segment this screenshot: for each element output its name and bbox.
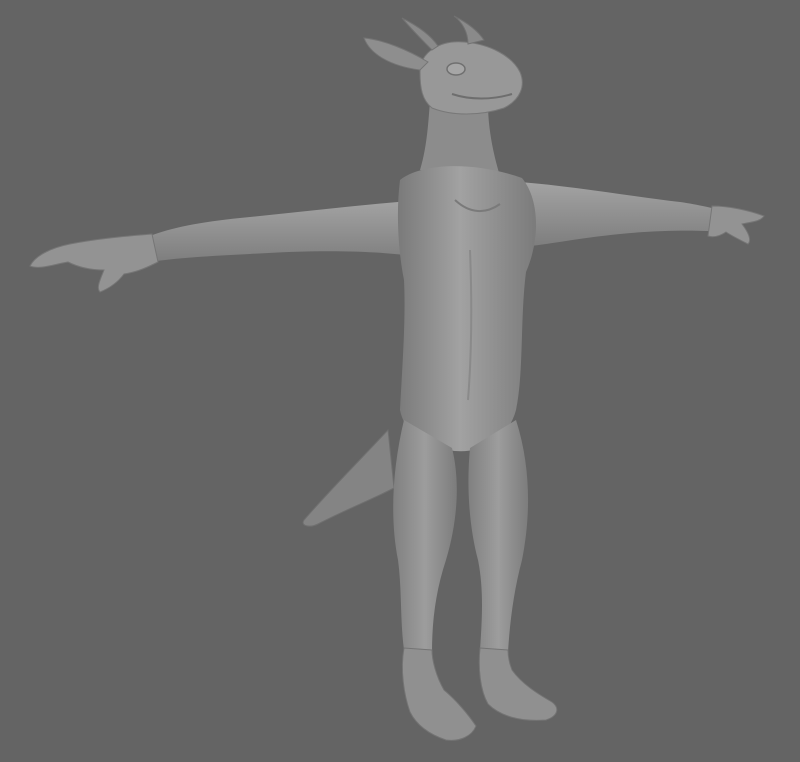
model-render	[29, 15, 765, 741]
3d-viewport[interactable]	[0, 0, 800, 762]
foot-left	[478, 647, 558, 721]
arm-left	[520, 182, 722, 246]
hand-left	[707, 205, 765, 245]
horn-front	[453, 15, 485, 45]
leg-left	[468, 420, 529, 652]
leg-right	[393, 420, 457, 652]
foot-right	[401, 647, 477, 741]
hand-right	[29, 233, 159, 293]
tail	[302, 428, 395, 527]
ear	[363, 37, 429, 71]
horn-back	[401, 17, 439, 51]
eye	[446, 62, 466, 76]
head	[419, 41, 523, 115]
arm-right	[150, 200, 420, 262]
